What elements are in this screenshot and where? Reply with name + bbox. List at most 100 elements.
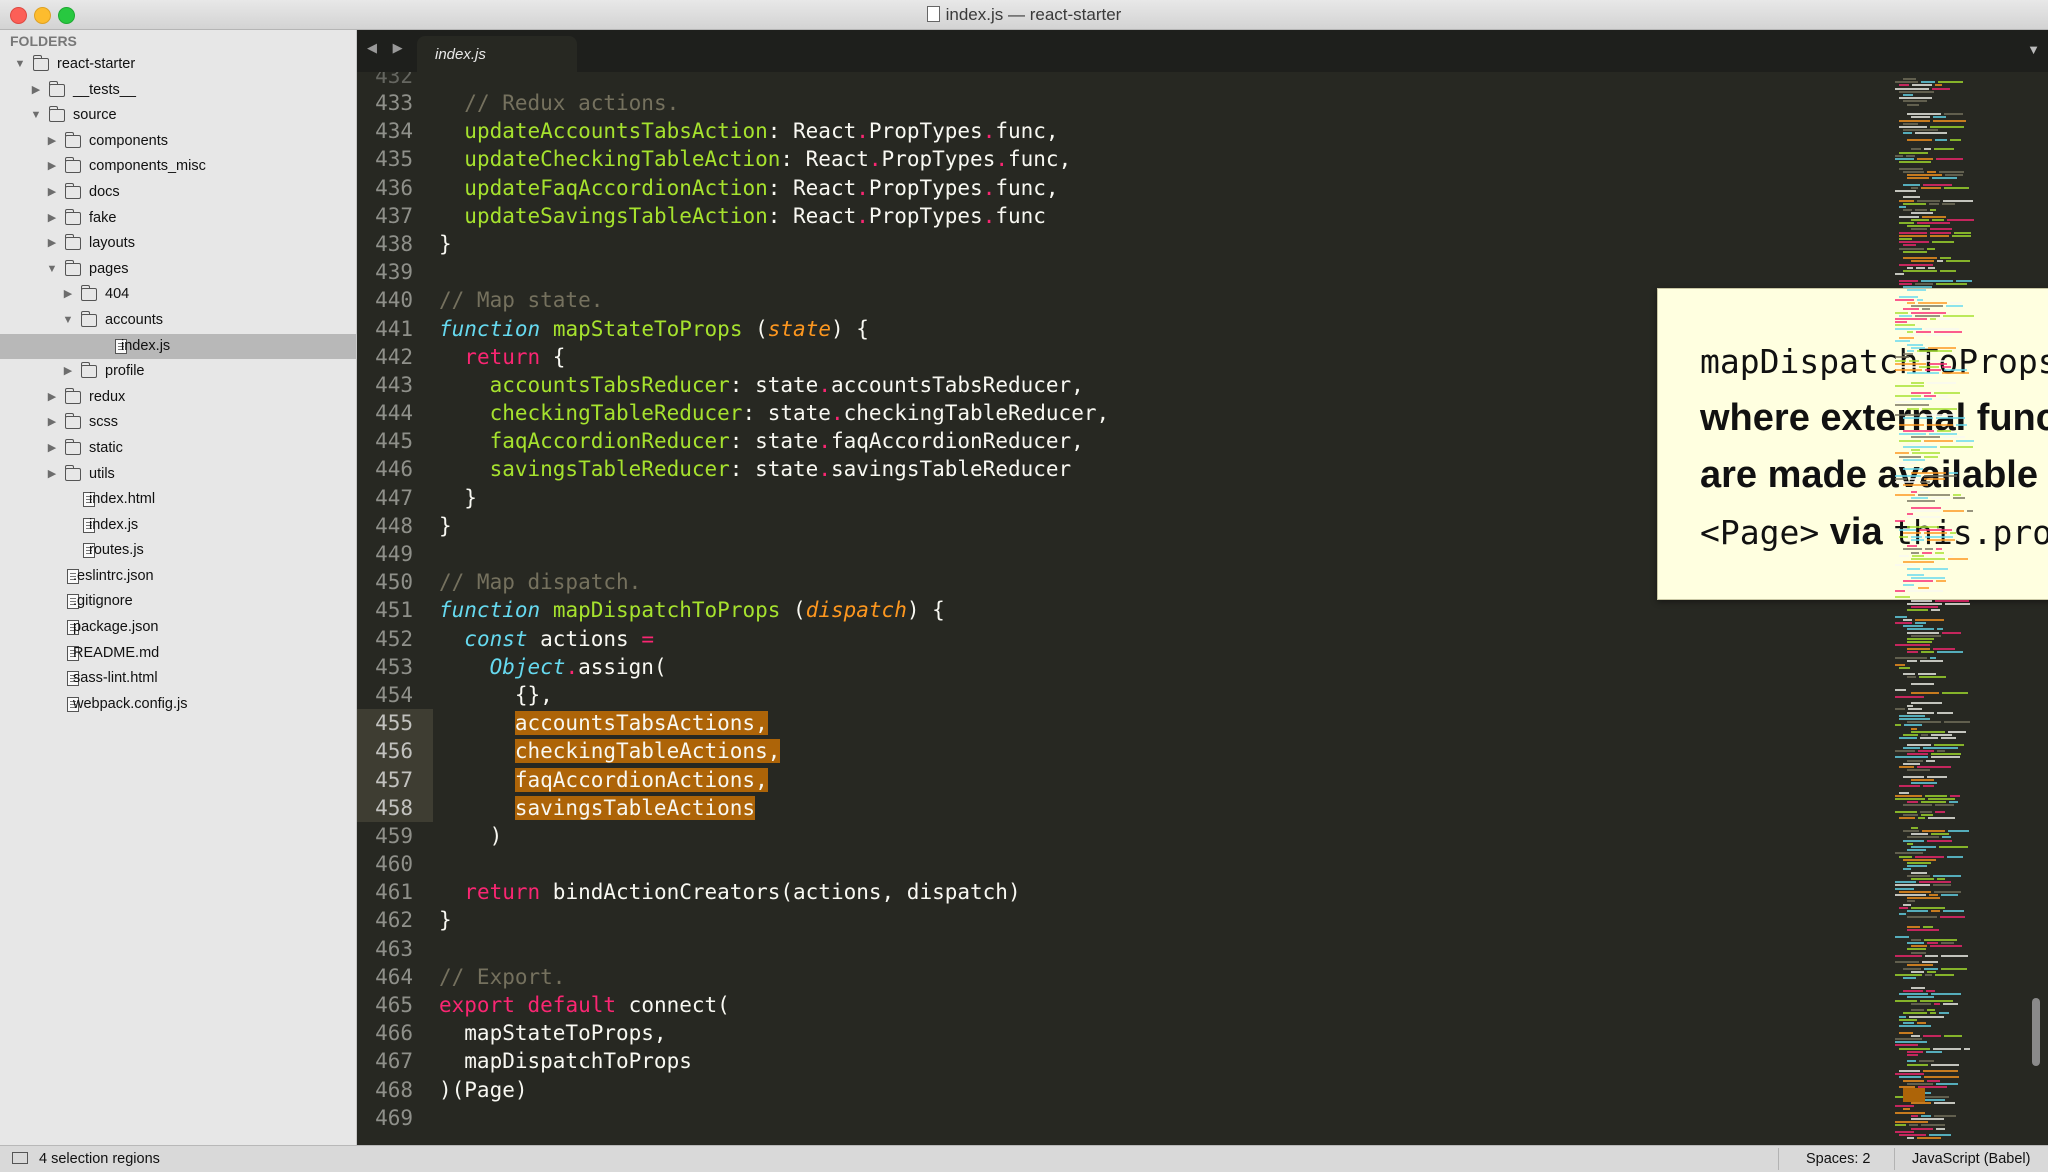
- tab-dropdown-icon[interactable]: ▼: [2027, 42, 2040, 57]
- code-line[interactable]: 434 updateAccountsTabsAction: React.Prop…: [357, 117, 1857, 145]
- code-line[interactable]: 455 accountsTabsActions,: [357, 709, 1857, 738]
- code-line[interactable]: 436 updateFaqAccordionAction: React.Prop…: [357, 174, 1857, 202]
- tree-folder[interactable]: ▶ profile: [0, 359, 356, 385]
- disclosure-collapsed-icon[interactable]: ▶: [46, 468, 58, 480]
- code-line[interactable]: 463: [357, 935, 1857, 963]
- code-line[interactable]: 441 function mapStateToProps (state) {: [357, 315, 1857, 343]
- tree-folder[interactable]: ▶ redux: [0, 385, 356, 411]
- code-line[interactable]: 447 }: [357, 484, 1857, 512]
- tree-folder[interactable]: ▼ source: [0, 103, 356, 129]
- code-line[interactable]: 456 checkingTableActions,: [357, 737, 1857, 766]
- disclosure-collapsed-icon[interactable]: ▶: [46, 135, 58, 147]
- code-line[interactable]: 468)(Page): [357, 1076, 1857, 1104]
- minimap[interactable]: [1895, 78, 1985, 1145]
- tree-folder[interactable]: ▼ accounts: [0, 308, 356, 334]
- minimap-line: [1895, 324, 1915, 327]
- code-line[interactable]: 433 // Redux actions.: [357, 89, 1857, 117]
- code-line[interactable]: 467 mapDispatchToProps: [357, 1047, 1857, 1075]
- tree-folder[interactable]: ▶ static: [0, 436, 356, 462]
- tree-folder[interactable]: ▼ react-starter: [0, 52, 356, 78]
- disclosure-collapsed-icon[interactable]: ▶: [30, 84, 42, 96]
- disclosure-collapsed-icon[interactable]: ▶: [46, 212, 58, 224]
- code-line[interactable]: 449: [357, 540, 1857, 568]
- disclosure-collapsed-icon[interactable]: ▶: [46, 186, 58, 198]
- code-line[interactable]: 444 checkingTableReducer: state.checking…: [357, 399, 1857, 427]
- tree-file[interactable]: README.md: [0, 641, 356, 667]
- disclosure-expanded-icon[interactable]: ▼: [14, 58, 26, 70]
- code-line[interactable]: 450 // Map dispatch.: [357, 568, 1857, 596]
- code-line[interactable]: 435 updateCheckingTableAction: React.Pro…: [357, 145, 1857, 173]
- indentation-status[interactable]: Spaces: 2: [1806, 1151, 1871, 1167]
- disclosure-collapsed-icon[interactable]: ▶: [46, 442, 58, 454]
- code-line[interactable]: 437 updateSavingsTableAction: React.Prop…: [357, 202, 1857, 230]
- minimap-line: [1895, 894, 1926, 896]
- code-line[interactable]: 445 faqAccordionReducer: state.faqAccord…: [357, 427, 1857, 455]
- tree-folder[interactable]: ▼ pages: [0, 257, 356, 283]
- code-line[interactable]: 459 ): [357, 822, 1857, 850]
- tree-file[interactable]: package.json: [0, 615, 356, 641]
- code-line[interactable]: 443 accountsTabsReducer: state.accountsT…: [357, 371, 1857, 399]
- syntax-status[interactable]: JavaScript (Babel): [1912, 1151, 2030, 1167]
- disclosure-expanded-icon[interactable]: ▼: [46, 263, 58, 275]
- line-number: 445: [375, 429, 413, 454]
- tree-folder[interactable]: ▶ scss: [0, 410, 356, 436]
- minimap-line: [1903, 990, 1923, 992]
- code-line[interactable]: 439: [357, 258, 1857, 286]
- code-line[interactable]: 465 export default connect(: [357, 991, 1857, 1019]
- minimap-line: [1895, 689, 1906, 692]
- code-line[interactable]: 454 {},: [357, 681, 1857, 709]
- minimap-line: [1907, 174, 1942, 176]
- tree-file[interactable]: routes.js: [0, 538, 356, 564]
- tree-folder[interactable]: ▶ components: [0, 129, 356, 155]
- tree-file[interactable]: index.js: [0, 513, 356, 539]
- code-line[interactable]: 460: [357, 850, 1857, 878]
- minimap-line: [1911, 1034, 1920, 1037]
- tree-file[interactable]: index.html: [0, 487, 356, 513]
- code-line[interactable]: 446 savingsTableReducer: state.savingsTa…: [357, 455, 1857, 483]
- minimap-line: [1921, 734, 1928, 736]
- tree-folder[interactable]: ▶ docs: [0, 180, 356, 206]
- tree-folder[interactable]: ▶ components_misc: [0, 154, 356, 180]
- code-line[interactable]: 466 mapStateToProps,: [357, 1019, 1857, 1047]
- code-line[interactable]: 442 return {: [357, 343, 1857, 371]
- tree-file[interactable]: index.js: [0, 333, 356, 360]
- code-line[interactable]: 440 // Map state.: [357, 286, 1857, 314]
- code-line[interactable]: 438}: [357, 230, 1857, 258]
- disclosure-collapsed-icon[interactable]: ▶: [46, 391, 58, 403]
- code-line[interactable]: 464 // Export.: [357, 963, 1857, 991]
- tree-file[interactable]: .eslintrc.json: [0, 564, 356, 590]
- code-line[interactable]: 457 faqAccordionActions,: [357, 765, 1857, 794]
- tab-nav-arrows[interactable]: ◀ ▶: [367, 40, 409, 56]
- tree-file[interactable]: .gitignore: [0, 589, 356, 615]
- tree-file[interactable]: sass-lint.html: [0, 666, 356, 692]
- code-line[interactable]: 461 return bindActionCreators(actions, d…: [357, 878, 1857, 906]
- line-number: 433: [375, 91, 413, 115]
- code-line[interactable]: 452 const actions =: [357, 625, 1857, 653]
- vertical-scrollbar[interactable]: [2032, 998, 2040, 1066]
- disclosure-expanded-icon[interactable]: ▼: [62, 314, 74, 326]
- code-line[interactable]: 451 function mapDispatchToProps (dispatch…: [357, 596, 1857, 624]
- code-editor[interactable]: 432 433 // Redux actions. 434 updateAccou…: [357, 72, 2048, 1145]
- code-lines[interactable]: 433 // Redux actions. 434 updateAccountsT…: [357, 89, 1857, 1132]
- disclosure-collapsed-icon[interactable]: ▶: [62, 365, 74, 377]
- code-line[interactable]: 469: [357, 1104, 1857, 1132]
- code-line[interactable]: 453 Object.assign(: [357, 653, 1857, 681]
- tab-index-js[interactable]: index.js: [417, 36, 577, 72]
- minimap-line: [1921, 81, 1935, 84]
- tree-file[interactable]: webpack.config.js: [0, 692, 356, 718]
- tree-folder[interactable]: ▶ layouts: [0, 231, 356, 257]
- disclosure-expanded-icon[interactable]: ▼: [30, 109, 42, 121]
- panel-toggle-icon[interactable]: [12, 1152, 28, 1164]
- tree-folder[interactable]: ▶ fake: [0, 206, 356, 232]
- disclosure-collapsed-icon[interactable]: ▶: [62, 288, 74, 300]
- disclosure-collapsed-icon[interactable]: ▶: [46, 416, 58, 428]
- code-line[interactable]: 458 savingsTableActions: [357, 793, 1857, 823]
- tree-folder[interactable]: ▶ utils: [0, 462, 356, 488]
- tree-folder[interactable]: ▶ 404: [0, 282, 356, 308]
- code-line[interactable]: 448}: [357, 512, 1857, 540]
- disclosure-collapsed-icon[interactable]: ▶: [46, 237, 58, 249]
- code-line[interactable]: 462}: [357, 906, 1857, 934]
- tree-folder[interactable]: ▶ __tests__: [0, 78, 356, 104]
- disclosure-collapsed-icon[interactable]: ▶: [46, 160, 58, 172]
- line-number: 438: [375, 231, 413, 256]
